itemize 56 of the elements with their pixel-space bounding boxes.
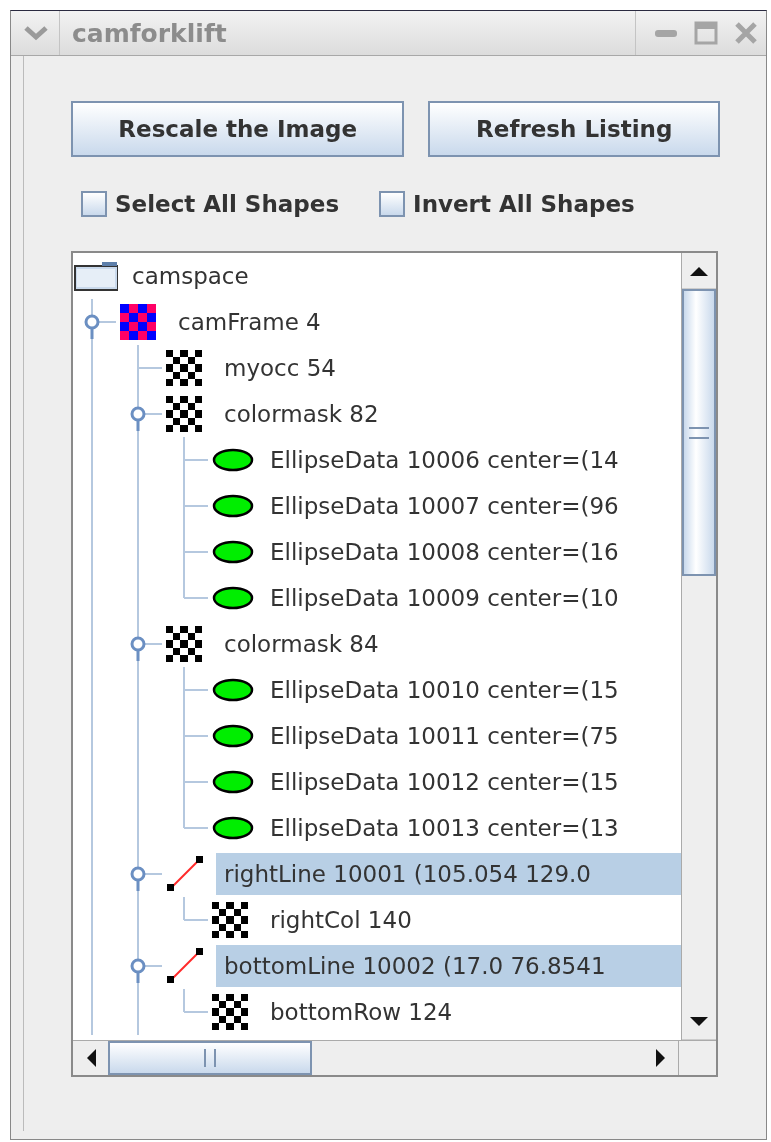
expand-handle-icon[interactable] [129, 636, 147, 662]
ellipse-icon [212, 770, 254, 794]
ellipse-icon [212, 724, 254, 748]
checkerboard-icon [212, 902, 248, 938]
tree-node[interactable]: EllipseData 10009 center=(10 [262, 577, 681, 619]
tree-node[interactable]: bottomRow 124 [262, 991, 681, 1033]
close-icon[interactable] [734, 21, 758, 45]
up-triangle-icon [689, 265, 709, 276]
tree-node[interactable]: EllipseData 10008 center=(16 [262, 531, 681, 573]
action-button[interactable]: Rescale the Image [71, 101, 405, 157]
tree-node[interactable]: camspace [124, 255, 681, 297]
expand-handle-icon[interactable] [129, 958, 147, 984]
tree-node[interactable]: EllipseData 10012 center=(15 [262, 761, 681, 803]
checkerboard-icon [166, 626, 202, 662]
ellipse-icon [212, 540, 254, 564]
tree-node[interactable]: myocc 54 [216, 347, 681, 389]
ellipse-icon [212, 586, 254, 610]
tree-node[interactable]: colormask 84 [216, 623, 681, 665]
checkbox-label: Invert All Shapes [413, 191, 635, 217]
window-title: camforklift [72, 18, 227, 48]
checkerboard-icon [120, 304, 156, 340]
folder-icon [74, 261, 118, 291]
tree-node[interactable]: EllipseData 10013 center=(13 [262, 807, 681, 849]
ellipse-icon [212, 494, 254, 518]
scrollbar-thumb[interactable] [108, 1041, 312, 1075]
tree-node[interactable]: camFrame 4 [170, 301, 681, 343]
ellipse-icon [212, 816, 254, 840]
line-segment-icon [166, 855, 204, 893]
checkbox-label: Select All Shapes [115, 191, 340, 217]
left-triangle-icon [85, 1048, 96, 1068]
maximize-icon[interactable] [694, 21, 718, 45]
tree-node[interactable]: EllipseData 10006 center=(14 [262, 439, 681, 481]
window-menu-icon[interactable] [23, 25, 49, 41]
down-triangle-icon [689, 1016, 709, 1027]
expand-handle-icon[interactable] [83, 314, 101, 340]
checkbox[interactable] [379, 191, 406, 217]
scrollbar-thumb[interactable] [682, 289, 716, 576]
tree-node[interactable]: EllipseData 10011 center=(75 [262, 715, 681, 757]
tree-node[interactable]: colormask 82 [216, 393, 681, 435]
tree-node[interactable]: rightLine 10001 (105.054 129.0 [216, 853, 681, 895]
tree-node[interactable]: EllipseData 10007 center=(96 [262, 485, 681, 527]
checkerboard-icon [166, 396, 202, 432]
checkbox[interactable] [81, 191, 107, 217]
line-segment-icon [166, 947, 204, 985]
tree-node[interactable]: bottomLine 10002 (17.0 76.8541 [216, 945, 681, 987]
action-button[interactable]: Refresh Listing [428, 101, 720, 157]
right-triangle-icon [655, 1048, 666, 1068]
expand-handle-icon[interactable] [129, 866, 147, 892]
tree-node[interactable]: rightCol 140 [262, 899, 681, 941]
ellipse-icon [212, 678, 254, 702]
tree-node[interactable]: EllipseData 10010 center=(15 [262, 669, 681, 711]
minimize-icon[interactable] [654, 28, 678, 38]
checkerboard-icon [166, 350, 202, 386]
ellipse-icon [212, 448, 254, 472]
checkerboard-icon [212, 994, 248, 1030]
expand-handle-icon[interactable] [129, 406, 147, 432]
